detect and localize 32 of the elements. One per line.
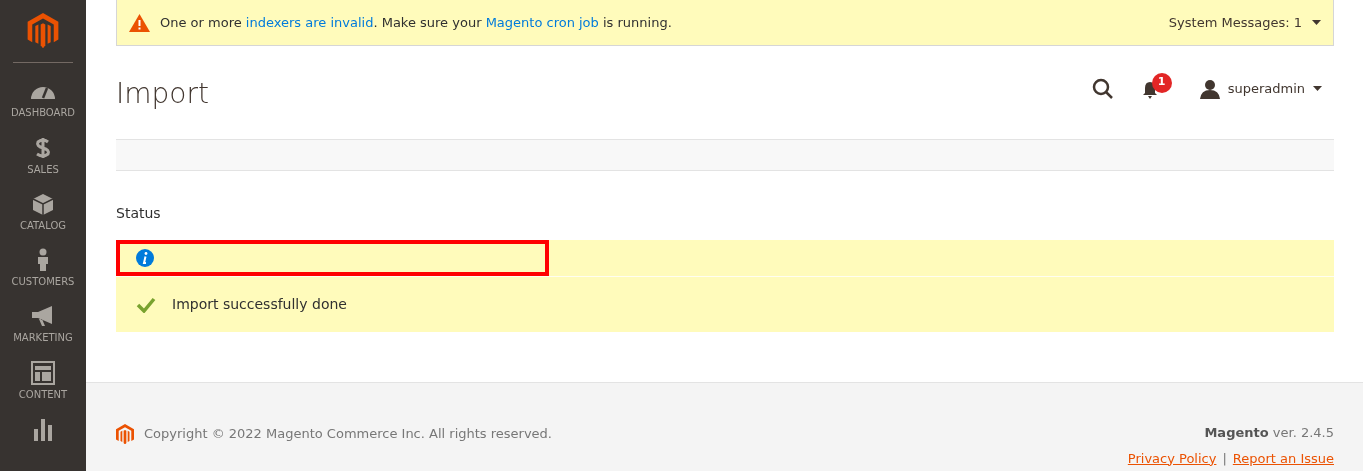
info-icon xyxy=(136,249,154,267)
system-messages-dropdown[interactable]: System Messages: 1 xyxy=(1168,12,1321,33)
search-icon[interactable] xyxy=(1091,77,1114,100)
version-text: Magento ver. 2.4.5 xyxy=(1204,424,1334,442)
status-label: Status xyxy=(116,204,162,223)
notification-badge: 1 xyxy=(1151,72,1172,93)
sidebar-item[interactable]: SALES xyxy=(0,133,86,190)
sidebar-item[interactable]: CATALOG xyxy=(0,189,86,247)
footer-link[interactable]: Report an Issue xyxy=(1232,448,1334,468)
logo-icon xyxy=(116,423,134,445)
checkmark-icon xyxy=(136,296,156,313)
system-message-text: One or more indexers are invalid. Make sure your Magento cron job is running. xyxy=(160,13,672,32)
caret-icon xyxy=(1312,20,1321,25)
message-link[interactable]: Magento cron job xyxy=(485,14,599,30)
sidebar-item[interactable]: MARKETING xyxy=(0,302,86,359)
user-menu[interactable]: superadmin xyxy=(1199,78,1322,99)
user-icon xyxy=(1199,78,1220,99)
message-link[interactable]: indexers are invalid xyxy=(245,14,374,30)
message-text: Import successfully done xyxy=(172,295,347,314)
sidebar-item[interactable]: CUSTOMERS xyxy=(0,246,86,303)
layout-icon xyxy=(30,360,56,385)
box-icon xyxy=(30,191,56,216)
sidebar-item[interactable]: CONTENT xyxy=(0,358,86,415)
page-title: Import xyxy=(116,75,209,112)
warning-icon xyxy=(129,13,150,32)
link-separator: | xyxy=(1222,449,1227,468)
bell-icon[interactable] xyxy=(1141,80,1158,99)
sidebar-item[interactable]: DASHBOARD xyxy=(0,77,86,134)
copyright-text: Copyright © 2022 Magento Commerce Inc. All rights reserved. xyxy=(144,425,552,444)
logo-icon xyxy=(26,13,60,49)
footer-link[interactable]: Privacy Policy xyxy=(1127,448,1217,468)
caret-icon xyxy=(1313,86,1322,91)
